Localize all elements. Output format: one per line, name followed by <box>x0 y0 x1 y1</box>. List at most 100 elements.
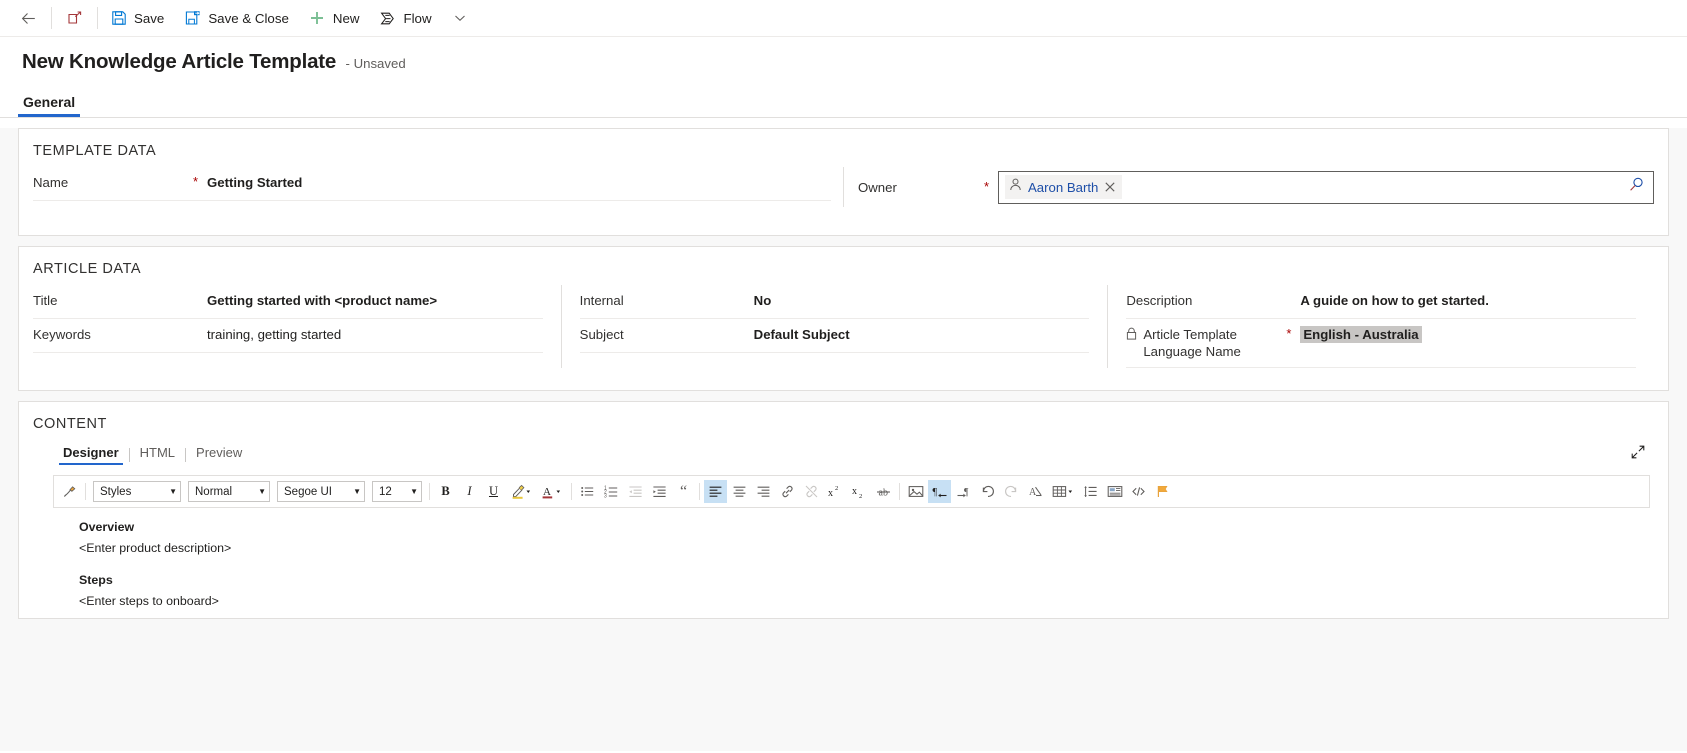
name-required-indicator: * <box>193 174 199 189</box>
chevron-down-icon: ▼ <box>258 487 266 496</box>
format-select[interactable]: Normal ▼ <box>188 481 270 502</box>
command-divider-2 <box>97 7 98 29</box>
increase-indent-button[interactable] <box>648 480 671 503</box>
bold-button[interactable]: B <box>434 480 457 503</box>
numbered-list-button[interactable]: 123 <box>600 480 623 503</box>
styles-select-value: Styles <box>100 485 132 498</box>
flag-button[interactable] <box>1151 480 1174 503</box>
overflow-button[interactable] <box>442 0 479 37</box>
decrease-indent-button[interactable] <box>624 480 647 503</box>
view-source-button[interactable] <box>1127 480 1150 503</box>
flow-button[interactable]: Flow <box>369 0 441 37</box>
subject-field[interactable]: Subject Default Subject <box>579 319 1090 353</box>
internal-label: Internal <box>579 293 624 308</box>
language-name-value-wrap: English - Australia <box>1300 326 1636 343</box>
undo-button[interactable] <box>976 480 999 503</box>
back-button[interactable] <box>8 0 49 37</box>
new-button[interactable]: New <box>299 0 370 37</box>
font-size-select-value: 12 <box>379 485 392 498</box>
title-field[interactable]: Title Getting started with <product name… <box>33 285 543 319</box>
ltr-button[interactable]: ¶ <box>952 480 975 503</box>
description-label: Description <box>1126 293 1193 308</box>
open-in-new-window-button[interactable] <box>54 0 95 37</box>
rtl-button[interactable]: ¶ <box>928 480 951 503</box>
toolbar-divider-5 <box>899 483 900 500</box>
plus-icon <box>309 10 326 27</box>
save-icon <box>110 10 127 27</box>
subject-value: Default Subject <box>753 327 850 342</box>
align-right-button[interactable] <box>752 480 775 503</box>
underline-button[interactable]: U <box>482 480 505 503</box>
save-label: Save <box>134 10 165 26</box>
keywords-label: Keywords <box>33 327 91 342</box>
insert-template-button[interactable] <box>1103 480 1126 503</box>
save-and-close-icon <box>184 10 201 27</box>
name-value: Getting Started <box>207 175 303 190</box>
form-canvas: TEMPLATE DATA Name * Getting Started Own… <box>0 128 1687 751</box>
format-painter-button[interactable] <box>58 480 81 503</box>
svg-text:A: A <box>543 486 551 498</box>
remove-link-button[interactable] <box>800 480 823 503</box>
name-label: Name <box>33 175 69 190</box>
strikethrough-button[interactable]: ab <box>872 480 895 503</box>
clear-formatting-button[interactable]: A <box>1024 480 1047 503</box>
owner-chip[interactable]: Aaron Barth <box>1005 175 1123 199</box>
page-title: New Knowledge Article Template <box>22 50 337 73</box>
insert-image-button[interactable] <box>904 480 927 503</box>
person-icon <box>1009 178 1022 196</box>
tab-general[interactable]: General <box>18 94 81 117</box>
save-and-close-button[interactable]: Save & Close <box>174 0 299 37</box>
owner-field: Owner * Aaron Barth <box>844 167 1654 207</box>
tab-preview[interactable]: Preview <box>186 445 252 465</box>
rich-text-editor-body[interactable]: Overview <Enter product description> Ste… <box>53 508 1650 608</box>
highlight-color-button[interactable] <box>506 480 536 503</box>
styles-select[interactable]: Styles ▼ <box>93 481 181 502</box>
font-color-button[interactable]: A <box>537 480 567 503</box>
bulleted-list-button[interactable] <box>576 480 599 503</box>
internal-value: No <box>753 293 772 308</box>
align-left-button[interactable] <box>704 480 727 503</box>
search-icon[interactable] <box>1628 176 1645 198</box>
save-button[interactable]: Save <box>100 0 174 37</box>
open-in-new-window-icon <box>66 10 83 27</box>
language-name-field[interactable]: Article Template Language Name * English… <box>1126 319 1637 368</box>
language-name-label-line1: Article Template <box>1143 327 1237 342</box>
line-spacing-button[interactable] <box>1079 480 1102 503</box>
font-size-select[interactable]: 12 ▼ <box>372 481 422 502</box>
quote-icon: “ <box>679 482 688 500</box>
font-family-select-value: Segoe UI <box>284 485 332 498</box>
chevron-down-icon: ▼ <box>353 487 361 496</box>
subject-label: Subject <box>579 327 624 342</box>
format-select-value: Normal <box>195 485 233 498</box>
svg-text:2: 2 <box>835 485 838 492</box>
description-field[interactable]: Description A guide on how to get starte… <box>1126 285 1637 319</box>
command-divider-1 <box>51 7 52 29</box>
title-value: Getting started with <product name> <box>207 293 438 308</box>
owner-lookup-input[interactable]: Aaron Barth <box>998 170 1654 204</box>
align-center-button[interactable] <box>728 480 751 503</box>
table-button[interactable] <box>1048 480 1078 503</box>
svg-text:A: A <box>1029 487 1037 498</box>
tab-html[interactable]: HTML <box>130 445 185 465</box>
italic-button[interactable]: I <box>458 480 481 503</box>
superscript-button[interactable]: x2 <box>824 480 847 503</box>
subscript-button[interactable]: x2 <box>848 480 871 503</box>
toolbar-divider-1 <box>85 483 86 500</box>
name-field[interactable]: Name * Getting Started <box>33 167 831 201</box>
close-icon[interactable] <box>1104 181 1116 193</box>
font-family-select[interactable]: Segoe UI ▼ <box>277 481 365 502</box>
arrow-left-icon <box>20 10 37 27</box>
article-data-column-2: Internal No Subject Default Subject <box>562 285 1109 368</box>
template-data-section: TEMPLATE DATA Name * Getting Started Own… <box>18 128 1669 236</box>
insert-link-button[interactable] <box>776 480 799 503</box>
keywords-field[interactable]: Keywords training, getting started <box>33 319 543 353</box>
owner-value: Aaron Barth <box>1028 179 1099 195</box>
template-data-section-title: TEMPLATE DATA <box>33 143 157 159</box>
redo-button[interactable] <box>1000 480 1023 503</box>
template-data-right-column: Owner * Aaron Barth <box>843 167 1654 207</box>
tab-designer[interactable]: Designer <box>53 445 129 465</box>
internal-field[interactable]: Internal No <box>579 285 1090 319</box>
expand-diagonal-icon[interactable] <box>1630 444 1646 465</box>
blockquote-button[interactable]: “ <box>672 480 695 503</box>
page-header: New Knowledge Article Template - Unsaved <box>0 37 1687 74</box>
